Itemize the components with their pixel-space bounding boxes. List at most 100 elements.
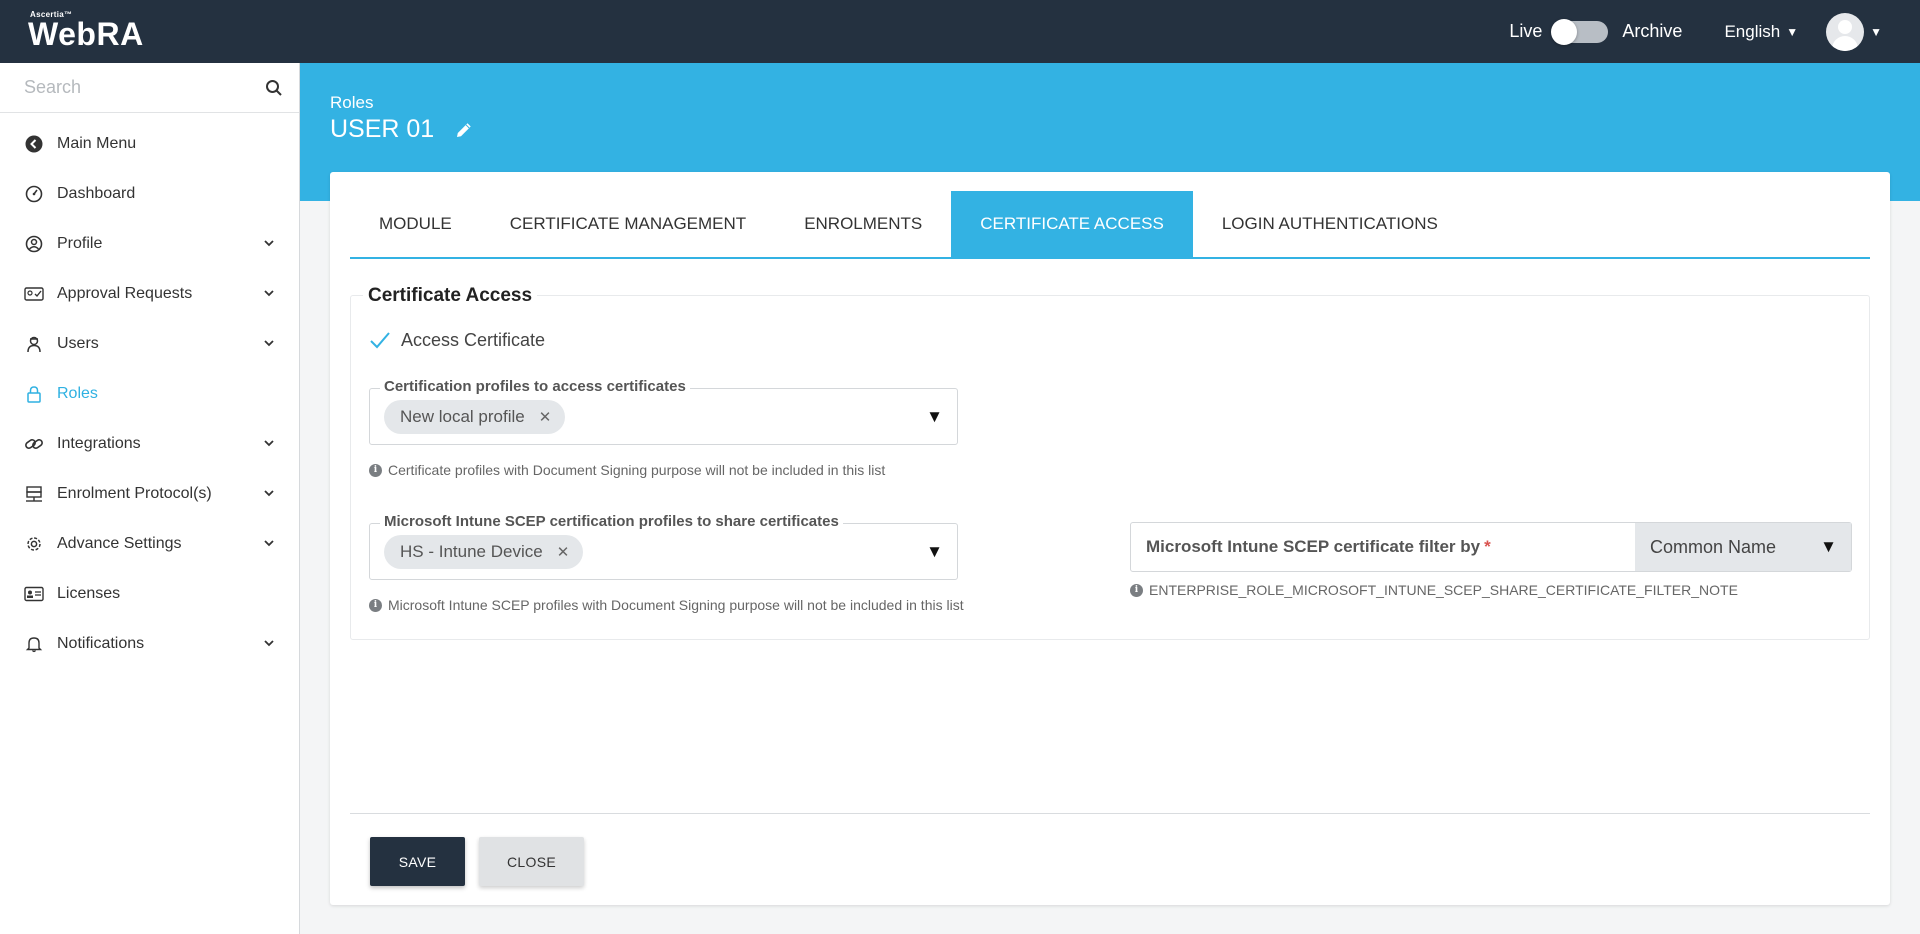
bell-icon [24, 634, 44, 654]
profiles-multiselect[interactable]: Certification profiles to access certifi… [369, 378, 958, 445]
language-selector[interactable]: English ▼ [1724, 22, 1798, 42]
checkmark-icon [370, 331, 390, 348]
search-input[interactable] [0, 63, 240, 111]
sidebar: Main Menu Dashboard Profile Approval Req… [0, 63, 300, 934]
sidebar-item-notifications[interactable]: Notifications [0, 619, 299, 669]
info-icon: i [369, 463, 382, 477]
chevron-down-icon [264, 440, 274, 447]
id-card-check-icon [24, 284, 44, 304]
top-bar: Ascertia™ WebRA Live Archive English ▼ ▼ [0, 0, 1920, 63]
certificate-access-section: Certificate Access Access Certificate Ce… [350, 285, 1870, 640]
sidebar-item-label: Advance Settings [57, 535, 182, 552]
sidebar-item-profile[interactable]: Profile [0, 219, 299, 269]
sidebar-item-enrolment-protocols[interactable]: Enrolment Protocol(s) [0, 469, 299, 519]
chevron-down-icon [264, 290, 274, 297]
sidebar-item-label: Dashboard [57, 185, 136, 202]
sidebar-item-roles[interactable]: Roles [0, 369, 299, 419]
remove-chip-icon[interactable]: ✕ [557, 543, 570, 561]
filter-select-value: Common Name [1650, 536, 1777, 557]
intune-note: i Microsoft Intune SCEP profiles with Do… [369, 597, 964, 613]
sidebar-item-label: Enrolment Protocol(s) [57, 485, 212, 502]
info-icon: i [369, 598, 382, 612]
breadcrumb[interactable]: Roles [330, 93, 373, 113]
remove-chip-icon[interactable]: ✕ [539, 408, 552, 426]
sidebar-item-label: Profile [57, 235, 103, 252]
save-button[interactable]: SAVE [370, 837, 465, 886]
sidebar-menu: Main Menu Dashboard Profile Approval Req… [0, 113, 299, 669]
avatar [1826, 12, 1865, 51]
filter-label: Microsoft Intune SCEP certificate filter… [1131, 523, 1635, 571]
filter-select[interactable]: Common Name ▼ [1635, 523, 1851, 571]
info-icon: i [1130, 583, 1143, 597]
webra-logo[interactable]: Ascertia™ WebRA [28, 10, 144, 50]
filter-note-text: ENTERPRISE_ROLE_MICROSOFT_INTUNE_SCEP_SH… [1149, 582, 1738, 598]
sidebar-item-label: Main Menu [57, 135, 137, 152]
sidebar-item-label: Notifications [57, 635, 145, 652]
intune-profiles-multiselect[interactable]: Microsoft Intune SCEP certification prof… [369, 513, 958, 580]
dropdown-caret-icon[interactable]: ▼ [926, 407, 943, 427]
gear-icon [24, 534, 44, 554]
user-circle-icon [24, 234, 44, 254]
close-button[interactable]: CLOSE [479, 837, 584, 886]
sidebar-item-dashboard[interactable]: Dashboard [0, 169, 299, 219]
filter-label-text: Microsoft Intune SCEP certificate filter… [1146, 537, 1481, 556]
intune-legend: Microsoft Intune SCEP certification prof… [380, 513, 843, 530]
sidebar-item-label: Roles [57, 385, 98, 402]
pencil-edit-icon[interactable] [454, 120, 474, 140]
sidebar-search [0, 63, 299, 113]
tab-login-authentications[interactable]: LOGIN AUTHENTICATIONS [1193, 191, 1467, 257]
chevron-down-icon [264, 340, 274, 347]
live-archive-toggle[interactable] [1551, 18, 1609, 45]
chevron-down-icon [264, 640, 274, 647]
tab-enrolments[interactable]: ENROLMENTS [775, 191, 951, 257]
chip-label: HS - Intune Device [400, 542, 543, 561]
filter-note: i ENTERPRISE_ROLE_MICROSOFT_INTUNE_SCEP_… [1130, 582, 1738, 598]
caret-down-icon: ▼ [1870, 24, 1882, 39]
language-label: English [1724, 21, 1781, 41]
sidebar-item-approval-requests[interactable]: Approval Requests [0, 269, 299, 319]
sidebar-item-main-menu[interactable]: Main Menu [0, 119, 299, 169]
page-title-row: USER 01 [330, 115, 474, 144]
profile-chip: New local profile ✕ [384, 400, 566, 434]
tab-certificate-management[interactable]: CERTIFICATE MANAGEMENT [481, 191, 775, 257]
dropdown-caret-icon[interactable]: ▼ [926, 542, 943, 562]
sidebar-item-label: Integrations [57, 435, 141, 452]
brand-name: WebRA [28, 16, 144, 52]
page-title: USER 01 [330, 115, 435, 143]
link-icon [24, 434, 44, 454]
dashboard-gauge-icon [24, 184, 44, 204]
sidebar-item-label: Users [57, 335, 99, 352]
access-certificate-label: Access Certificate [401, 330, 546, 350]
access-certificate-checkbox[interactable]: Access Certificate [369, 330, 545, 351]
sidebar-item-integrations[interactable]: Integrations [0, 419, 299, 469]
intune-filter-field: Microsoft Intune SCEP certificate filter… [1130, 522, 1852, 572]
archive-label: Archive [1622, 21, 1683, 41]
profiles-legend: Certification profiles to access certifi… [380, 378, 690, 395]
role-editor-card: MODULE CERTIFICATE MANAGEMENT ENROLMENTS… [330, 172, 1890, 905]
required-marker: * [1484, 537, 1491, 556]
profiles-note: i Certificate profiles with Document Sig… [369, 462, 885, 478]
intune-note-text: Microsoft Intune SCEP profiles with Docu… [388, 597, 964, 613]
chip-label: New local profile [400, 407, 525, 426]
top-right-controls: Live Archive English ▼ ▼ [1509, 0, 1920, 63]
sidebar-item-label: Licenses [57, 585, 121, 602]
profiles-note-text: Certificate profiles with Document Signi… [388, 462, 886, 478]
intune-profile-chip: HS - Intune Device ✕ [384, 535, 584, 569]
user-menu[interactable]: ▼ [1826, 12, 1882, 51]
tab-module[interactable]: MODULE [350, 191, 481, 257]
chevron-down-icon [264, 490, 274, 497]
sidebar-item-label: Approval Requests [57, 285, 193, 302]
sidebar-item-advance-settings[interactable]: Advance Settings [0, 519, 299, 569]
back-circle-icon [24, 134, 44, 154]
server-rack-icon [24, 484, 44, 504]
sidebar-item-licenses[interactable]: Licenses [0, 569, 299, 619]
footer-divider [350, 813, 1870, 814]
chevron-down-icon [264, 240, 274, 247]
toggle-knob [1551, 18, 1578, 45]
sidebar-item-users[interactable]: Users [0, 319, 299, 369]
section-title: Certificate Access [363, 285, 538, 307]
dropdown-caret-icon: ▼ [1820, 537, 1837, 556]
tab-certificate-access[interactable]: CERTIFICATE ACCESS [951, 191, 1193, 257]
search-icon[interactable] [265, 79, 283, 97]
chevron-down-icon [264, 540, 274, 547]
